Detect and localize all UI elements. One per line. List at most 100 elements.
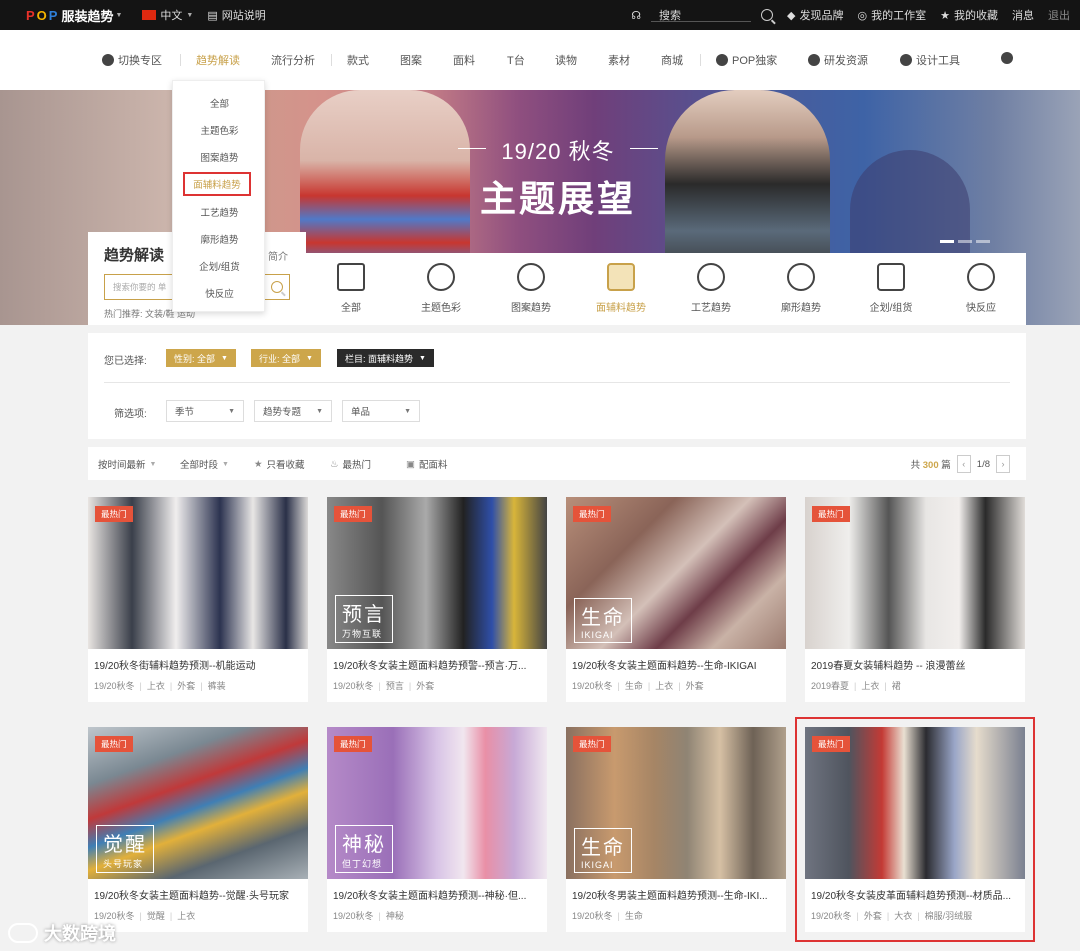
messages-link[interactable]: 消息 — [1012, 7, 1034, 23]
dropdown-item[interactable]: 图案趋势 — [173, 150, 266, 164]
tag[interactable]: 裤装 — [195, 681, 225, 691]
tag[interactable]: 外套 — [165, 681, 195, 691]
tag[interactable]: 上衣 — [135, 681, 165, 691]
nav-runway[interactable]: T台 — [507, 52, 525, 68]
hottest-toggle[interactable]: ♨ 最热门 — [330, 457, 371, 472]
nav-mall[interactable]: 商城 — [661, 52, 683, 68]
dropdown-item[interactable]: 廓形趋势 — [173, 232, 266, 246]
tag[interactable]: 19/20秋冬 — [333, 681, 374, 691]
search-icon[interactable] — [761, 9, 774, 21]
trend-card[interactable]: 最热门 神秘 但丁幻想 19/20秋冬女装主题面料趋势预测--神秘·但... 19… — [327, 727, 547, 932]
card-title[interactable]: 19/20秋冬女装皮革面辅料趋势预测--材质品... — [811, 887, 1021, 902]
card-title[interactable]: 19/20秋冬街辅料趋势预测--机能运动 — [94, 657, 304, 672]
nav-popular-analysis[interactable]: 流行分析 — [271, 52, 315, 68]
discover-brand-link[interactable]: ◆ 发现品牌 — [787, 7, 843, 23]
trend-card[interactable]: 最热门 19/20秋冬街辅料趋势预测--机能运动 19/20秋冬上衣外套裤装 — [88, 497, 308, 702]
only-favorites-toggle[interactable]: ★ 只看收藏 — [254, 457, 305, 472]
chip-industry[interactable]: 行业: 全部 ▼ — [251, 349, 321, 367]
tag[interactable]: 19/20秋冬 — [811, 911, 852, 921]
nav-trend-analysis[interactable]: 趋势解读 — [196, 52, 240, 68]
intro-link[interactable]: 简介 — [268, 248, 288, 263]
select-item[interactable]: 单品 ▼ — [342, 400, 420, 422]
tag[interactable]: 生命 — [613, 681, 643, 691]
prev-page-button[interactable]: ‹ — [956, 455, 971, 473]
dropdown-item[interactable]: 快反应 — [173, 286, 266, 300]
category-craft[interactable]: 工艺趋势 — [666, 263, 756, 314]
card-title[interactable]: 19/20秋冬女装主题面料趋势--生命-IKIGAI — [572, 657, 782, 672]
workspace-link[interactable]: ◎ 我的工作室 — [858, 7, 927, 23]
category-fabric-trim[interactable]: 面辅料趋势 — [576, 263, 666, 314]
nav-materials[interactable]: 素材 — [608, 52, 630, 68]
trend-card[interactable]: 最热门 生命 IKIGAI 19/20秋冬男装主题面料趋势预测--生命-IKI..… — [566, 727, 786, 932]
sort-all-time[interactable]: 全部时段 ▼ — [180, 457, 229, 471]
select-trend-topic[interactable]: 趋势专题 ▼ — [254, 400, 332, 422]
tag[interactable]: 外套 — [852, 911, 882, 921]
chip-column[interactable]: 栏目: 面辅料趋势 ▼ — [337, 349, 434, 367]
tag[interactable]: 觉醒 — [135, 911, 165, 921]
carousel-dot[interactable] — [940, 240, 954, 243]
tag[interactable]: 上衣 — [643, 681, 673, 691]
category-pattern[interactable]: 图案趋势 — [486, 263, 576, 314]
tag[interactable]: 19/20秋冬 — [94, 681, 135, 691]
trend-card[interactable]: 最热门 觉醒 头号玩家 19/20秋冬女装主题面料趋势--觉醒·头号玩家 19/2… — [88, 727, 308, 932]
tag[interactable]: 大衣 — [882, 911, 912, 921]
card-title[interactable]: 19/20秋冬女装主题面料趋势预警--预言·万... — [333, 657, 543, 672]
site-guide-link[interactable]: ▤ 网站说明 — [207, 7, 265, 23]
tag[interactable]: 裙 — [879, 681, 900, 691]
card-title[interactable]: 19/20秋冬女装主题面料趋势预测--神秘·但... — [333, 887, 543, 902]
tag[interactable]: 外套 — [673, 681, 703, 691]
nav-design-tools[interactable]: 设计工具 — [900, 52, 960, 68]
tag[interactable]: 上衣 — [165, 911, 195, 921]
fabric-toggle[interactable]: ▣ 配面料 — [406, 457, 448, 472]
tag[interactable]: 19/20秋冬 — [572, 911, 613, 921]
category-all[interactable]: 全部 — [306, 263, 396, 314]
carousel-dot[interactable] — [958, 240, 972, 243]
nav-patterns[interactable]: 图案 — [400, 52, 422, 68]
nav-more[interactable] — [1001, 52, 1013, 64]
search-button[interactable] — [263, 275, 289, 299]
category-silhouette[interactable]: 廓形趋势 — [756, 263, 846, 314]
card-title[interactable]: 19/20秋冬男装主题面料趋势预测--生命-IKI... — [572, 887, 782, 902]
carousel-dots[interactable] — [940, 240, 990, 243]
dropdown-item[interactable]: 工艺趋势 — [173, 205, 266, 219]
language-switcher[interactable]: 中文 ▼ — [142, 7, 193, 23]
tag[interactable]: 预言 — [374, 681, 404, 691]
trend-card[interactable]: 最热门 预言 万物互联 19/20秋冬女装主题面料趋势预警--预言·万... 19… — [327, 497, 547, 702]
trend-card[interactable]: 最热门 2019春夏女装辅料趋势 -- 浪漫蕾丝 2019春夏上衣裙 — [805, 497, 1025, 702]
nav-pop-exclusive[interactable]: POP独家 — [716, 52, 777, 68]
select-season[interactable]: 季节 ▼ — [166, 400, 244, 422]
tag[interactable]: 上衣 — [849, 681, 879, 691]
tag[interactable]: 19/20秋冬 — [333, 911, 374, 921]
category-planning[interactable]: 企划/组货 — [846, 263, 936, 314]
top-search[interactable]: ☊ 搜索 — [631, 8, 774, 22]
nav-switch-zone[interactable]: 切换专区 — [102, 52, 162, 68]
tag[interactable]: 19/20秋冬 — [572, 681, 613, 691]
top-search-input[interactable]: 搜索 — [651, 8, 752, 22]
category-quick-response[interactable]: 快反应 — [936, 263, 1026, 314]
favorites-link[interactable]: ★ 我的收藏 — [940, 7, 998, 23]
dropdown-item[interactable]: 企划/组货 — [173, 259, 266, 273]
logo[interactable]: P O P 服装趋势 ▼ — [26, 6, 122, 25]
logout-link[interactable]: 退出 — [1048, 7, 1070, 23]
nav-fabrics[interactable]: 面料 — [453, 52, 475, 68]
dropdown-item-selected[interactable]: 面辅料趋势 — [183, 172, 251, 196]
chip-gender[interactable]: 性别: 全部 ▼ — [166, 349, 236, 367]
category-theme-color[interactable]: 主题色彩 — [396, 263, 486, 314]
next-page-button[interactable]: › — [996, 455, 1010, 473]
card-title[interactable]: 2019春夏女装辅料趋势 -- 浪漫蕾丝 — [811, 657, 1021, 672]
nav-books[interactable]: 读物 — [555, 52, 577, 68]
nav-styles[interactable]: 款式 — [347, 52, 369, 68]
dropdown-item[interactable]: 主题色彩 — [173, 123, 266, 137]
tag[interactable]: 棉服/羽绒服 — [912, 911, 972, 921]
nav-rd-resources[interactable]: 研发资源 — [808, 52, 868, 68]
tag[interactable]: 生命 — [613, 911, 643, 921]
tag[interactable]: 外套 — [404, 681, 434, 691]
tag[interactable]: 神秘 — [374, 911, 404, 921]
sort-by-time[interactable]: 按时间最新 ▼ — [98, 457, 156, 471]
trend-card[interactable]: 最热门 生命 IKIGAI 19/20秋冬女装主题面料趋势--生命-IKIGAI … — [566, 497, 786, 702]
card-title[interactable]: 19/20秋冬女装主题面料趋势--觉醒·头号玩家 — [94, 887, 304, 902]
trend-card-highlighted[interactable]: 最热门 19/20秋冬女装皮革面辅料趋势预测--材质品... 19/20秋冬外套… — [795, 717, 1035, 942]
carousel-dot[interactable] — [976, 240, 990, 243]
tag[interactable]: 2019春夏 — [811, 681, 849, 691]
dropdown-item[interactable]: 全部 — [173, 96, 266, 110]
